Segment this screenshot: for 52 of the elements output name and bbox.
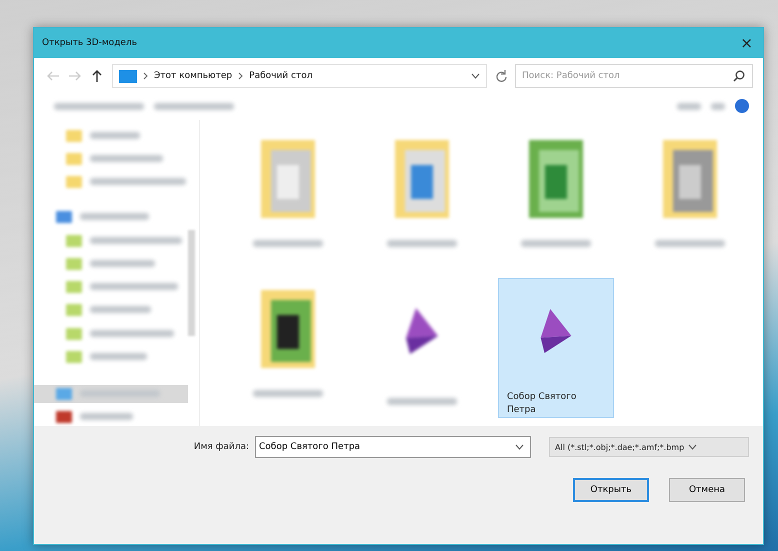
blurred-text <box>253 240 323 247</box>
blurred-text <box>387 398 457 405</box>
folder-icon <box>66 128 82 142</box>
folder-icon <box>66 280 82 294</box>
up-arrow-icon <box>90 69 104 83</box>
search-icon <box>733 70 745 82</box>
refresh-icon <box>495 69 507 83</box>
file-name-label: Имя файла: <box>194 442 249 452</box>
blurred-text <box>80 413 133 420</box>
folder-icon <box>66 175 82 188</box>
blurred-text <box>90 260 155 267</box>
chevron-icon <box>143 72 148 80</box>
blurred-text <box>387 240 457 247</box>
search-field[interactable]: Поиск: Рабочий стол <box>515 64 753 88</box>
blurred-text <box>253 390 323 397</box>
dropdown-caret-icon <box>515 444 524 450</box>
blurred-text <box>90 132 140 139</box>
model-icon <box>540 309 572 353</box>
help-icon <box>735 99 749 113</box>
blurred-text <box>677 102 701 110</box>
back-arrow-icon <box>46 70 60 82</box>
blurred-text <box>90 352 147 360</box>
folder-icon <box>66 256 82 270</box>
open-button[interactable]: Открыть <box>573 478 649 502</box>
breadcrumb[interactable]: Этот компьютер <box>154 71 232 81</box>
blurred-text <box>521 240 591 247</box>
forward-arrow-icon <box>68 70 82 82</box>
cancel-button[interactable]: Отмена <box>669 478 745 502</box>
blurred-text <box>80 213 149 220</box>
close-button[interactable]: × <box>736 34 757 52</box>
folder-icon <box>56 387 72 400</box>
model-icon <box>406 308 438 354</box>
folder-icon <box>66 303 82 316</box>
folder-icon <box>66 326 82 340</box>
file-name: Собор Святого Петра <box>507 391 578 417</box>
sidebar-item[interactable] <box>34 384 188 403</box>
blurred-text <box>655 240 725 247</box>
file-type-dropdown[interactable]: All (*.stl;*.obj;*.dae;*.amf;*.bmp <box>549 437 749 457</box>
file-name-field[interactable]: Собор Святого Петра <box>255 436 531 458</box>
window-title: Открыть 3D-модель <box>42 38 138 48</box>
dropdown-caret-icon <box>688 444 698 450</box>
chevron-icon <box>238 72 244 80</box>
scrollbar[interactable] <box>188 230 195 336</box>
address-bar[interactable]: Этот компьютер Рабочий стол <box>112 64 487 88</box>
blurred-text <box>90 306 151 314</box>
dropdown-caret-icon <box>471 73 480 79</box>
breadcrumb[interactable]: Рабочий стол <box>249 71 312 81</box>
folder-icon <box>66 234 82 247</box>
file-item[interactable]: Собор Святого Петра <box>498 278 614 418</box>
folder-icon <box>66 350 82 363</box>
blurred-text <box>711 102 725 110</box>
folder-icon <box>66 152 82 165</box>
